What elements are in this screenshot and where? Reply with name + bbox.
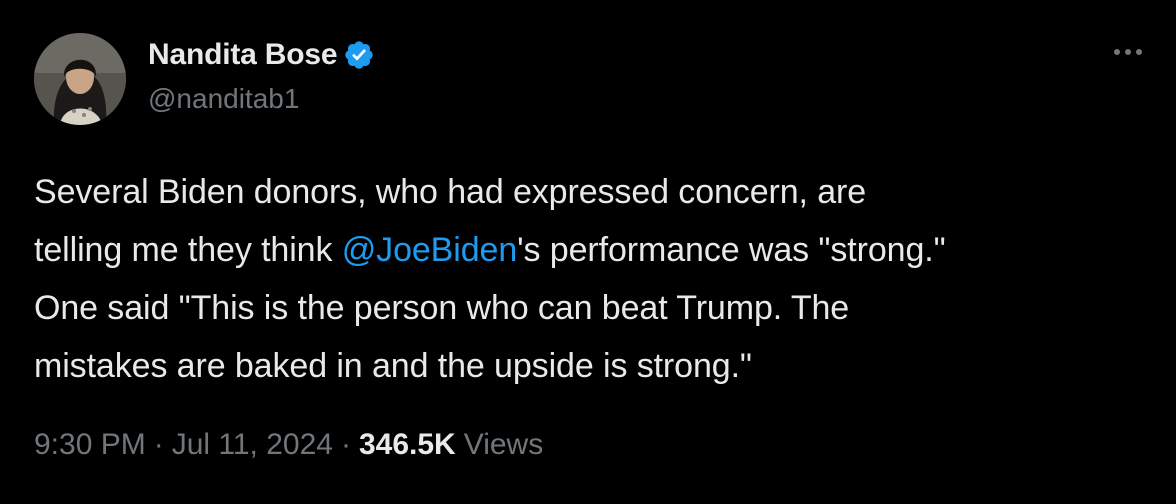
tweet-text-line: telling me they think @JoeBiden's perfor… [34, 221, 1144, 279]
tweet-text-segment: mistakes are baked in and the upside is … [34, 347, 752, 385]
tweet-text-line: One said "This is the person who can bea… [34, 279, 1144, 337]
author-name-row: Nandita Bose [148, 36, 375, 74]
meta-separator: · [340, 428, 351, 461]
views-label: Views [463, 428, 544, 461]
tweet-meta: 9:30 PM · Jul 11, 2024 · 346.5K Views [34, 428, 543, 462]
author-handle[interactable]: @nanditab1 [148, 83, 299, 115]
more-dots-icon [1114, 49, 1142, 55]
tweet-text-line: Several Biden donors, who had expressed … [34, 163, 1144, 221]
tweet-time[interactable]: 9:30 PM [34, 428, 146, 462]
meta-separator: · [153, 428, 164, 461]
tweet-text-line: mistakes are baked in and the upside is … [34, 337, 1144, 395]
tweet-text-segment: 's performance was "strong." [517, 231, 946, 269]
verified-badge-icon[interactable] [343, 39, 375, 71]
tweet-text-segment: Several Biden donors, who had expressed … [34, 173, 867, 211]
tweet-card: Nandita Bose @nanditab1 Several Biden do… [0, 0, 1176, 504]
tweet-text-segment: telling me they think [34, 231, 342, 269]
more-options-button[interactable] [1108, 40, 1148, 64]
views-count: 346.5K [358, 428, 456, 461]
tweet-text: Several Biden donors, who had expressed … [34, 163, 1144, 395]
tweet-date[interactable]: Jul 11, 2024 [172, 428, 333, 462]
tweet-text-segment: One said "This is the person who can bea… [34, 289, 850, 327]
display-name[interactable]: Nandita Bose [148, 38, 338, 72]
mention-link[interactable]: @JoeBiden [342, 231, 518, 269]
avatar[interactable] [34, 33, 126, 125]
